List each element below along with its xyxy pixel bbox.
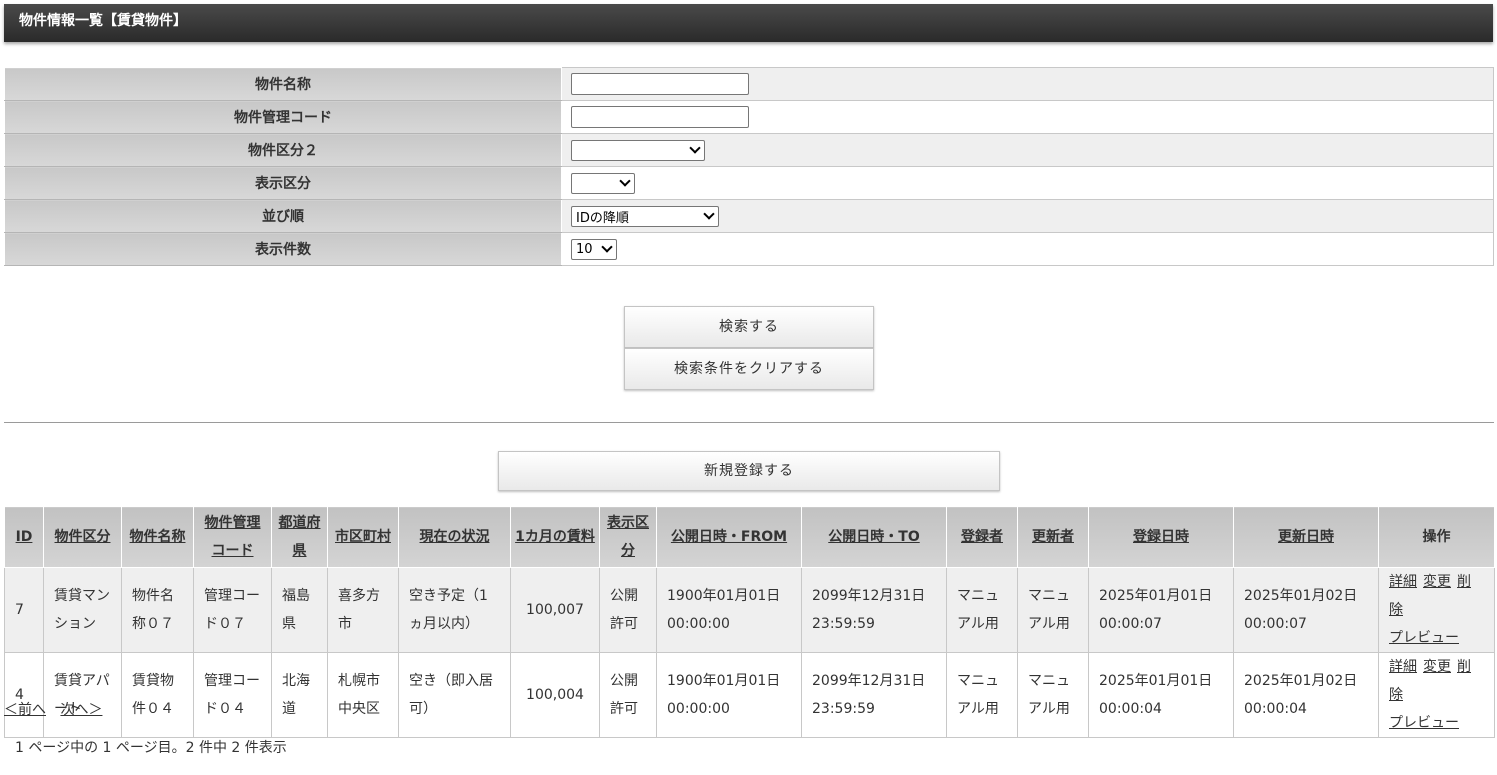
col-header-id[interactable]: ID [4, 506, 44, 568]
cell-publish-to: 2099年12月31日 23:59:59 [801, 652, 947, 738]
cell-operations: 詳細 変更 削除 プレビュー [1378, 652, 1495, 738]
table-row: 7 賃貸マンション 物件名称０７ 管理コード０７ 福島県 喜多方市 空き予定（1… [4, 567, 1495, 653]
cell-publish-from: 1900年01月01日 00:00:00 [656, 652, 802, 738]
search-row-count: 表示件数 10 [4, 232, 1494, 266]
col-header-rent[interactable]: 1カ月の賃料 [510, 506, 600, 568]
detail-link[interactable]: 詳細 [1389, 574, 1417, 590]
table-header-row: ID 物件区分 物件名称 物件管理コード 都道府県 市区町村 現在の状況 1カ月… [4, 506, 1495, 568]
cell-updater: マニュアル用 [1017, 567, 1089, 653]
sort-order-select[interactable]: IDの降順 [571, 205, 719, 227]
cell-display: 公開許可 [599, 652, 657, 738]
preview-link[interactable]: プレビュー [1389, 715, 1459, 731]
cell-publish-to: 2099年12月31日 23:59:59 [801, 567, 947, 653]
col-header-category[interactable]: 物件区分 [43, 506, 122, 568]
chevron-down-icon [703, 208, 715, 220]
cell-registered-at: 2025年01月01日 00:00:04 [1088, 652, 1234, 738]
select-value: 10 [576, 241, 593, 257]
col-header-prefecture[interactable]: 都道府県 [271, 506, 328, 568]
cell-rent: 100,004 [510, 652, 600, 738]
col-header-operations: 操作 [1378, 506, 1495, 568]
cell-updater: マニュアル用 [1017, 652, 1089, 738]
next-page-link[interactable]: 次へ＞ [60, 702, 102, 718]
search-row-name: 物件名称 [4, 67, 1494, 101]
cell-status: 空き予定（1ヵ月以内） [398, 567, 511, 653]
cell-name: 物件名称０７ [121, 567, 194, 653]
search-row-category: 物件区分２ [4, 133, 1494, 167]
page-info: 1 ページ中の 1 ページ目。2 件中 2 件表示 [15, 740, 287, 756]
cell-city: 喜多方市 [327, 567, 399, 653]
cell-category: 賃貸アパート [43, 652, 122, 738]
results-table: ID 物件区分 物件名称 物件管理コード 都道府県 市区町村 現在の状況 1カ月… [4, 506, 1495, 738]
search-row-display: 表示区分 [4, 166, 1494, 200]
divider [4, 422, 1494, 423]
col-header-registrant[interactable]: 登録者 [946, 506, 1018, 568]
cell-registrant: マニュアル用 [946, 567, 1018, 653]
search-form: 物件名称 物件管理コード 物件区分２ 表示区分 並び順 IDの降順 表示件数 1… [4, 67, 1494, 266]
cell-publish-from: 1900年01月01日 00:00:00 [656, 567, 802, 653]
edit-link[interactable]: 変更 [1423, 659, 1451, 675]
search-label-count: 表示件数 [4, 232, 562, 266]
cell-updated-at: 2025年01月02日 00:00:04 [1233, 652, 1379, 738]
table-row: 4 賃貸アパート 賃貸物件０４ 管理コード０４ 北海道 札幌市中央区 空き（即入… [4, 652, 1495, 738]
detail-link[interactable]: 詳細 [1389, 659, 1417, 675]
cell-status: 空き（即入居可） [398, 652, 511, 738]
cell-city: 札幌市中央区 [327, 652, 399, 738]
cell-code: 管理コード０４ [193, 652, 272, 738]
col-header-publish-to[interactable]: 公開日時・TO [801, 506, 947, 568]
cell-code: 管理コード０７ [193, 567, 272, 653]
chevron-down-icon [689, 142, 701, 154]
select-value: IDの降順 [576, 210, 629, 226]
cell-operations: 詳細 変更 削除 プレビュー [1378, 567, 1495, 653]
pager: ＜前へ 次へ＞ [4, 699, 112, 719]
edit-link[interactable]: 変更 [1423, 574, 1451, 590]
cell-category: 賃貸マンション [43, 567, 122, 653]
search-row-code: 物件管理コード [4, 100, 1494, 134]
col-header-publish-from[interactable]: 公開日時・FROM [656, 506, 802, 568]
management-code-input[interactable] [571, 106, 749, 128]
search-button[interactable]: 検索する [624, 306, 874, 348]
cell-id: 4 [4, 652, 44, 738]
new-registration-button[interactable]: 新規登録する [498, 451, 1000, 491]
prev-page-link[interactable]: ＜前へ [4, 702, 46, 718]
property-name-input[interactable] [571, 73, 749, 95]
search-label-category: 物件区分２ [4, 133, 562, 167]
chevron-down-icon [619, 175, 631, 187]
cell-updated-at: 2025年01月02日 00:00:07 [1233, 567, 1379, 653]
col-header-updated-at[interactable]: 更新日時 [1233, 506, 1379, 568]
search-label-order: 並び順 [4, 199, 562, 233]
cell-prefecture: 福島県 [271, 567, 328, 653]
cell-id: 7 [4, 567, 44, 653]
col-header-updater[interactable]: 更新者 [1017, 506, 1089, 568]
search-label-display: 表示区分 [4, 166, 562, 200]
chevron-down-icon [601, 241, 613, 253]
col-header-display[interactable]: 表示区分 [599, 506, 657, 568]
col-header-name[interactable]: 物件名称 [121, 506, 194, 568]
page-title: 物件情報一覧【賃貸物件】 [4, 4, 1493, 42]
cell-prefecture: 北海道 [271, 652, 328, 738]
col-header-status[interactable]: 現在の状況 [398, 506, 511, 568]
search-label-name: 物件名称 [4, 67, 562, 101]
col-header-city[interactable]: 市区町村 [327, 506, 399, 568]
cell-name: 賃貸物件０４ [121, 652, 194, 738]
clear-button[interactable]: 検索条件をクリアする [624, 348, 874, 390]
property-category-select[interactable] [571, 139, 705, 161]
display-type-select[interactable] [571, 172, 635, 194]
cell-registrant: マニュアル用 [946, 652, 1018, 738]
col-header-code[interactable]: 物件管理コード [193, 506, 272, 568]
preview-link[interactable]: プレビュー [1389, 630, 1459, 646]
cell-registered-at: 2025年01月01日 00:00:07 [1088, 567, 1234, 653]
search-label-code: 物件管理コード [4, 100, 562, 134]
search-row-order: 並び順 IDの降順 [4, 199, 1494, 233]
col-header-registered-at[interactable]: 登録日時 [1088, 506, 1234, 568]
page-size-select[interactable]: 10 [571, 238, 617, 260]
cell-display: 公開許可 [599, 567, 657, 653]
cell-rent: 100,007 [510, 567, 600, 653]
